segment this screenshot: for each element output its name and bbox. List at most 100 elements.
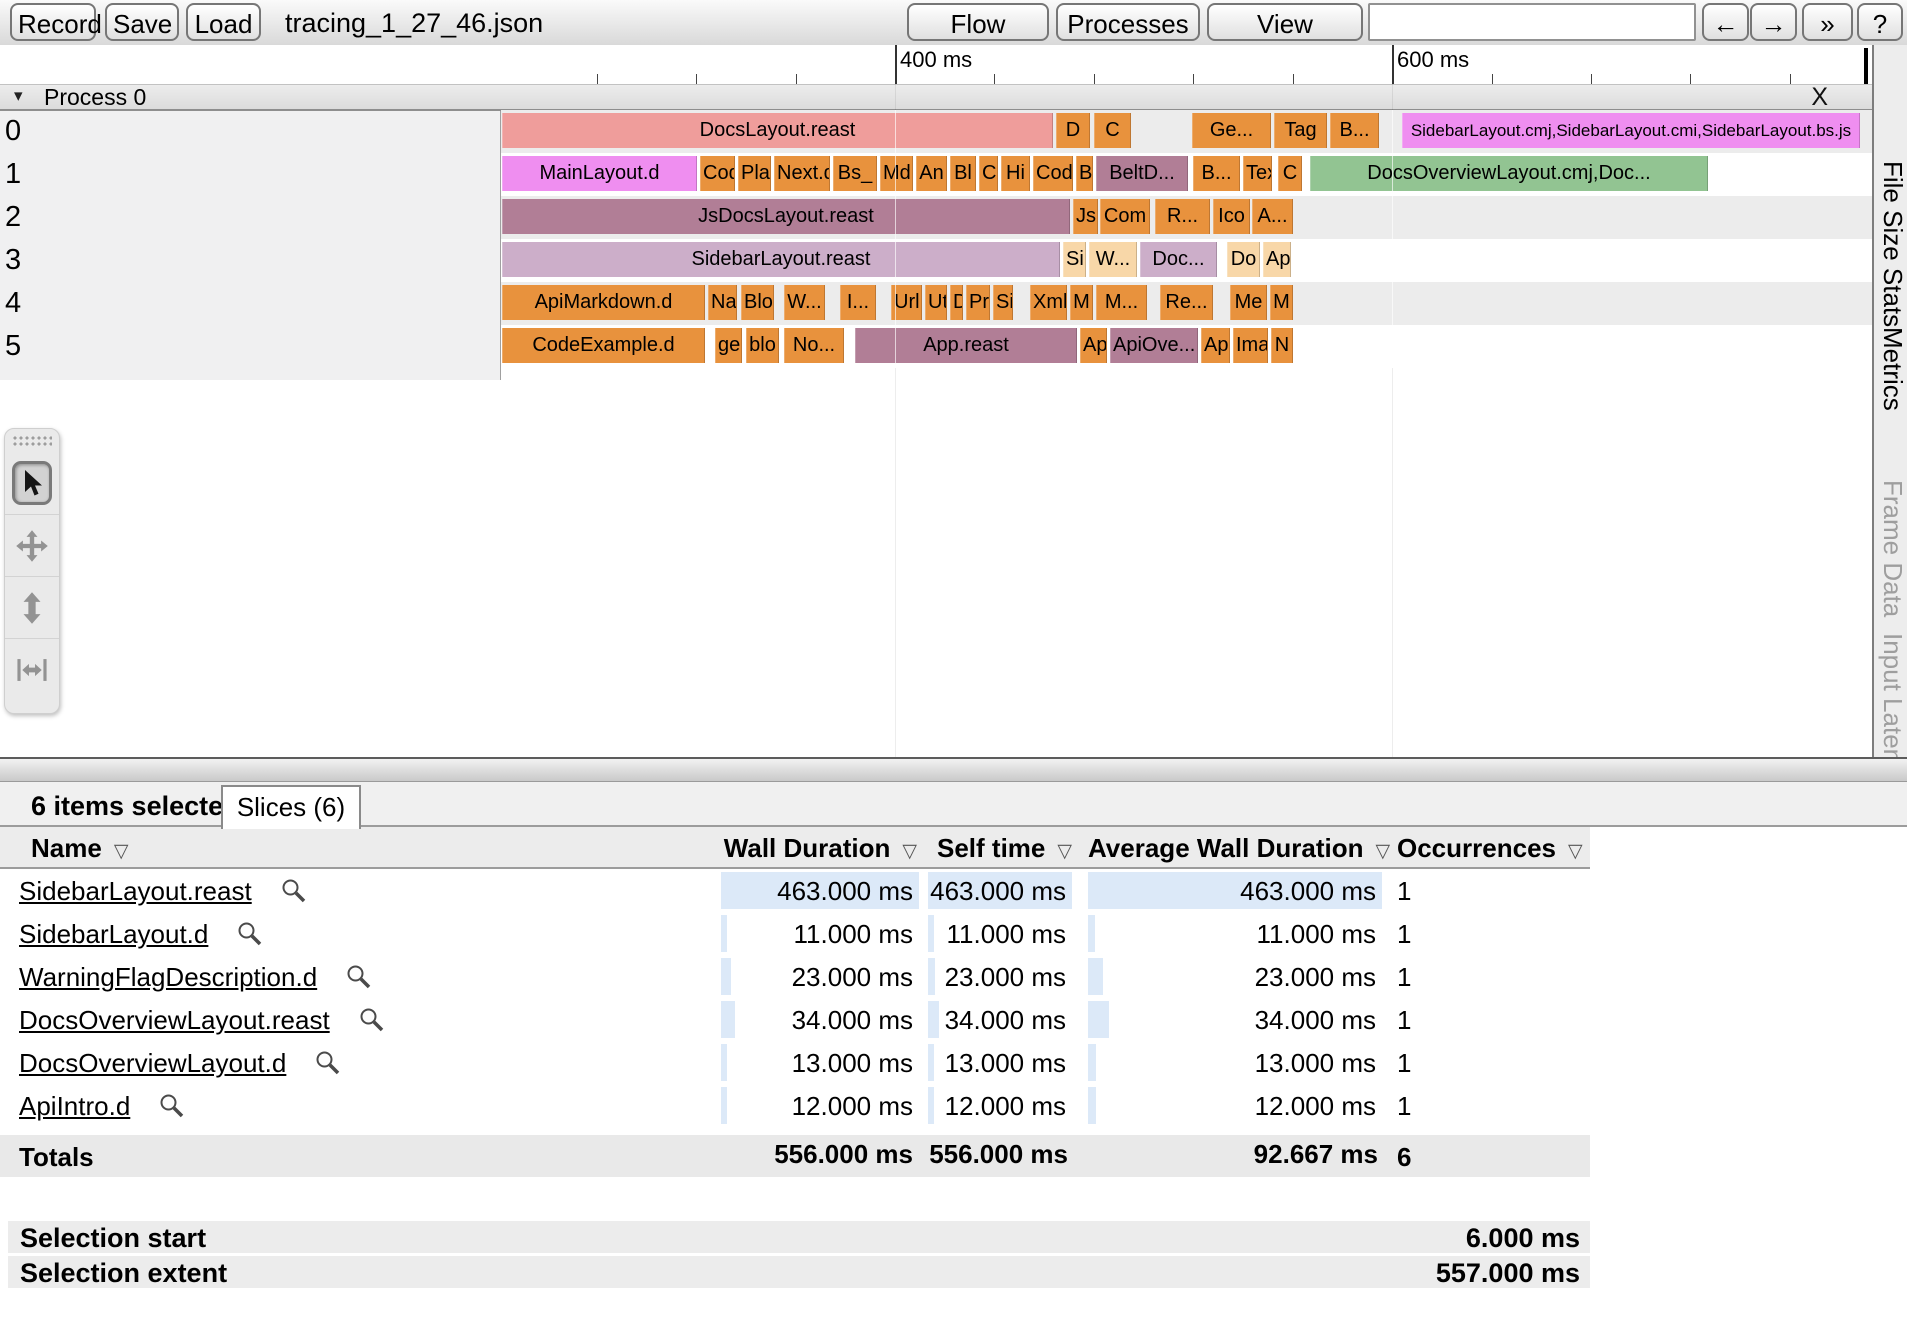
flame-slice[interactable]: Ima: [1233, 328, 1268, 363]
flame-slice[interactable]: Tag: [1274, 113, 1327, 148]
flame-slice[interactable]: App.reast: [855, 328, 1077, 363]
flame-slice[interactable]: SidebarLayout.reast: [502, 242, 1060, 277]
flame-slice[interactable]: Na: [708, 285, 737, 320]
flame-slice[interactable]: ge: [715, 328, 742, 363]
flame-slice[interactable]: Ap: [1263, 242, 1291, 277]
slice-name-link[interactable]: WarningFlagDescription.d: [19, 962, 317, 993]
timing-tool-button[interactable]: [5, 638, 59, 700]
flame-slice[interactable]: JsDocsLayout.reast: [502, 199, 1070, 234]
side-tab-metrics[interactable]: Metrics: [1877, 327, 1907, 411]
find-next-button[interactable]: →: [1750, 3, 1797, 41]
flame-slice[interactable]: ApiMarkdown.d: [502, 285, 705, 320]
flame-slice[interactable]: M...: [1096, 285, 1147, 320]
flame-slice[interactable]: Hi: [1001, 156, 1030, 191]
flame-slice[interactable]: Ge...: [1192, 113, 1271, 148]
side-tab-frame-data[interactable]: Frame Data: [1877, 480, 1907, 617]
flame-slice[interactable]: Pr: [966, 285, 990, 320]
flame-slice[interactable]: I...: [840, 285, 876, 320]
magnifier-icon[interactable]: [236, 920, 263, 947]
flame-slice[interactable]: R...: [1155, 199, 1210, 234]
select-tool-button[interactable]: [5, 452, 59, 514]
column-header-occurrences[interactable]: Occurrences ▽: [1397, 833, 1583, 864]
flow-events-button[interactable]: Flow events: [907, 3, 1049, 75]
flame-slice[interactable]: C: [979, 156, 998, 191]
panel-splitter[interactable]: [0, 757, 1907, 782]
flame-slice[interactable]: Cod: [1033, 156, 1073, 191]
flame-slice[interactable]: B...: [1330, 113, 1379, 148]
processes-button[interactable]: Processes: [1056, 3, 1200, 41]
flame-slice[interactable]: Api: [1201, 328, 1230, 363]
magnifier-icon[interactable]: [280, 877, 307, 904]
flame-slice[interactable]: Me: [1230, 285, 1267, 320]
flame-slice[interactable]: CodeExample.d: [502, 328, 705, 363]
flame-slice[interactable]: Blo: [741, 285, 774, 320]
flame-slice[interactable]: No...: [784, 328, 844, 363]
flame-slice[interactable]: Si: [1063, 242, 1086, 277]
flame-slice[interactable]: Md: [880, 156, 913, 191]
flame-slice[interactable]: Tex: [1243, 156, 1272, 191]
slice-name-link[interactable]: ApiIntro.d: [19, 1091, 130, 1122]
flame-slice[interactable]: Do: [1227, 242, 1260, 277]
flame-slice[interactable]: Ap: [1080, 328, 1107, 363]
flame-slice[interactable]: Js: [1073, 199, 1098, 234]
magnifier-icon[interactable]: [345, 963, 372, 990]
slice-name-link[interactable]: SidebarLayout.reast: [19, 876, 252, 907]
flame-slice[interactable]: Si: [993, 285, 1013, 320]
flame-slice[interactable]: Bl: [1076, 156, 1093, 191]
search-input[interactable]: [1368, 3, 1696, 41]
help-button[interactable]: ?: [1857, 3, 1903, 41]
flame-slice[interactable]: M: [1270, 285, 1293, 320]
flame-slice[interactable]: A...: [1252, 199, 1293, 234]
slice-name-link[interactable]: DocsOverviewLayout.reast: [19, 1005, 330, 1036]
column-header-self-time[interactable]: Self time ▽: [928, 833, 1072, 864]
flame-slice[interactable]: ApiOve...: [1110, 328, 1198, 363]
flame-slice[interactable]: C: [1278, 156, 1302, 191]
flame-slice[interactable]: D: [1056, 113, 1090, 148]
column-header-name[interactable]: Name ▽: [31, 833, 128, 864]
flame-slice[interactable]: SidebarLayout.cmj,SidebarLayout.cmi,Side…: [1402, 113, 1860, 148]
magnifier-icon[interactable]: [158, 1092, 185, 1119]
flame-slice[interactable]: DocsOverviewLayout.cmj,Doc...: [1310, 156, 1708, 191]
flame-slice[interactable]: Bs_: [833, 156, 877, 191]
tab-slices[interactable]: Slices (6): [221, 785, 361, 829]
process-header[interactable]: ▾ Process 0 X: [0, 83, 1872, 112]
flame-slice[interactable]: Re...: [1160, 285, 1213, 320]
flame-slice[interactable]: Com: [1100, 199, 1150, 234]
flame-slice[interactable]: B...: [1193, 156, 1240, 191]
side-tab-file-size-stats[interactable]: File Size Stats: [1877, 161, 1907, 327]
flame-slice[interactable]: Bl: [950, 156, 976, 191]
column-header-wall-duration[interactable]: Wall Duration ▽: [721, 833, 917, 864]
flame-slice[interactable]: BeltD...: [1096, 156, 1188, 191]
view-options-button[interactable]: View Options: [1207, 3, 1363, 75]
flame-slice[interactable]: Cod: [700, 156, 735, 191]
flame-slice[interactable]: N: [1271, 328, 1293, 363]
load-button[interactable]: Load: [186, 3, 261, 41]
flame-slice[interactable]: Ut: [925, 285, 947, 320]
zoom-tool-button[interactable]: [5, 576, 59, 638]
magnifier-icon[interactable]: [314, 1049, 341, 1076]
more-options-button[interactable]: »: [1802, 3, 1853, 41]
flame-slice[interactable]: MainLayout.d: [502, 156, 697, 191]
slice-name-link[interactable]: SidebarLayout.d: [19, 919, 208, 950]
flame-slice[interactable]: DocsLayout.reast: [502, 113, 1053, 148]
palette-grip[interactable]: [12, 435, 52, 448]
flame-slice[interactable]: Doc...: [1140, 242, 1217, 277]
flame-slice[interactable]: C: [1094, 113, 1131, 148]
flame-slice[interactable]: Next.d: [774, 156, 830, 191]
pan-tool-button[interactable]: [5, 514, 59, 576]
record-button[interactable]: Record: [10, 3, 102, 41]
flame-slice[interactable]: W...: [784, 285, 825, 320]
flame-slice[interactable]: D: [950, 285, 963, 320]
flame-slice[interactable]: M: [1070, 285, 1093, 320]
collapse-triangle-icon[interactable]: ▾: [14, 86, 23, 106]
flame-slice[interactable]: Xml: [1030, 285, 1067, 320]
close-icon[interactable]: X: [1811, 83, 1828, 112]
slice-name-link[interactable]: DocsOverviewLayout.d: [19, 1048, 286, 1079]
flame-slice[interactable]: W...: [1089, 242, 1137, 277]
flame-slice[interactable]: Pla: [738, 156, 771, 191]
magnifier-icon[interactable]: [358, 1006, 385, 1033]
flame-slice[interactable]: Ico: [1213, 199, 1250, 234]
flame-slice[interactable]: blo: [746, 328, 779, 363]
flame-slice[interactable]: An: [916, 156, 947, 191]
find-previous-button[interactable]: ←: [1702, 3, 1749, 41]
